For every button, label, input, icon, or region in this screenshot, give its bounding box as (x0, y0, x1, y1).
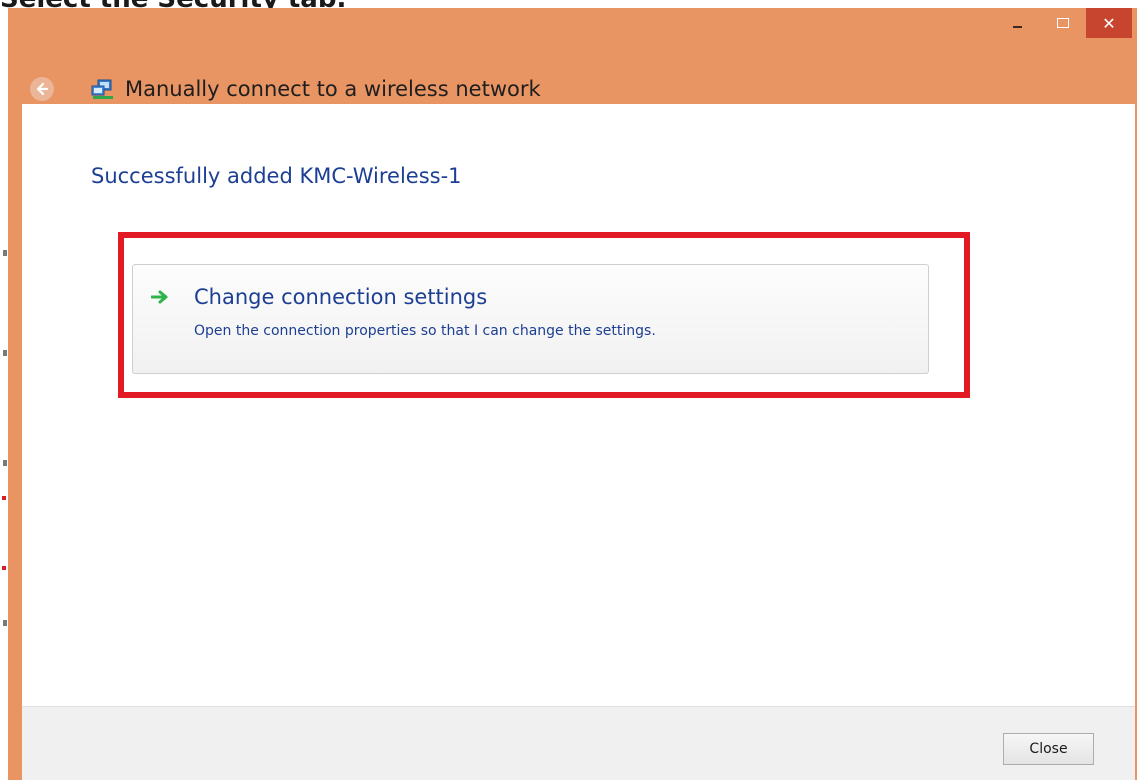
dialog-window: ✕ Manually connect to a wireless network… (8, 8, 1137, 780)
caption-buttons: ✕ (994, 8, 1132, 38)
background-tick (3, 250, 7, 256)
window-title: Manually connect to a wireless network (125, 77, 541, 101)
footer-bar: Close (22, 706, 1135, 780)
background-tick (3, 460, 7, 466)
maximize-icon (1057, 18, 1069, 28)
background-red-mark (2, 566, 6, 570)
command-link-description: Open the connection properties so that I… (194, 323, 656, 339)
maximize-button[interactable] (1040, 8, 1086, 38)
back-button[interactable] (30, 77, 54, 101)
change-connection-settings-link[interactable]: Change connection settings Open the conn… (132, 264, 929, 374)
close-button[interactable]: Close (1003, 733, 1094, 765)
network-icon (91, 79, 113, 99)
back-arrow-icon (36, 82, 49, 96)
success-message: Successfully added KMC-Wireless-1 (91, 164, 462, 188)
close-icon: ✕ (1102, 13, 1116, 33)
content-area (22, 104, 1135, 706)
minimize-icon (1012, 26, 1022, 28)
command-link-title: Change connection settings (194, 285, 488, 309)
background-red-mark (2, 496, 6, 500)
close-window-button[interactable]: ✕ (1086, 8, 1132, 38)
green-arrow-icon (151, 290, 168, 304)
background-tick (3, 620, 7, 626)
minimize-button[interactable] (994, 8, 1040, 38)
background-tick (3, 350, 7, 356)
